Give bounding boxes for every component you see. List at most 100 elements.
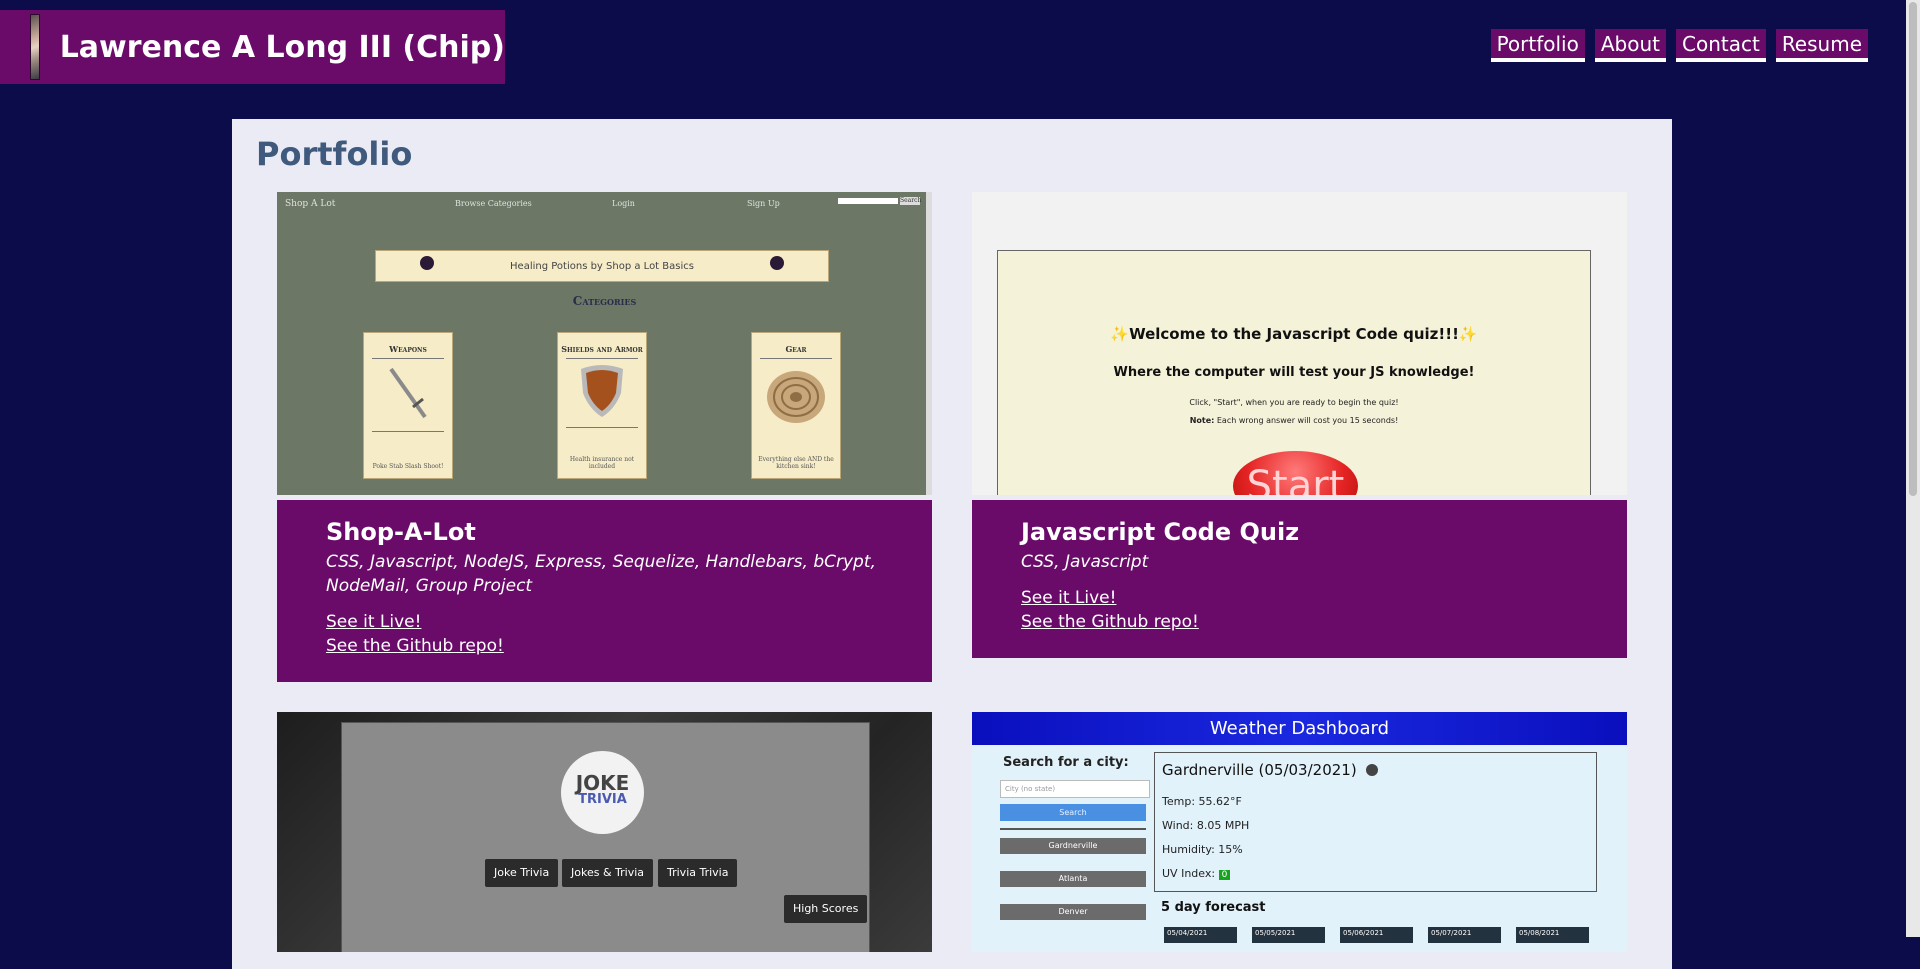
screenshot-forecast-day: 05/04/2021 <box>1164 927 1237 943</box>
screenshot-category-desc: Poke Stab Slash Shoot! <box>372 463 444 470</box>
divider <box>372 358 444 359</box>
rope-icon <box>767 371 825 423</box>
potion-icon <box>420 256 434 270</box>
portfolio-heading: Portfolio <box>256 135 413 173</box>
project-title: Shop-A-Lot <box>326 518 476 546</box>
screenshot-uv: UV Index: 0 <box>1162 867 1231 880</box>
screenshot-weather-heading: Gardnerville (05/03/2021) <box>1162 761 1378 779</box>
screenshot-quiz-note-label: Note: <box>1189 416 1215 425</box>
screenshot-brand: Shop A Lot <box>285 199 336 209</box>
screenshot-search-label: Search for a city: <box>1003 755 1129 770</box>
screenshot-category-name: Shields and Armor <box>561 344 643 354</box>
weather-icon <box>1365 764 1378 776</box>
screenshot-nav-item: Login <box>612 199 635 208</box>
project-screenshot[interactable]: JOKE TRIVIA Joke Trivia Jokes & Trivia T… <box>277 712 932 952</box>
screenshot-category-card: Weapons Poke Stab Slash Shoot! <box>363 332 453 479</box>
screenshot-current-weather: Gardnerville (05/03/2021) Temp: 55.62°F … <box>1154 752 1597 892</box>
project-card-joke-trivia: JOKE TRIVIA Joke Trivia Jokes & Trivia T… <box>277 712 932 952</box>
logo-text: TRIVIA <box>578 792 627 807</box>
joke-trivia-logo: JOKE TRIVIA <box>561 751 644 834</box>
project-card-weather-dashboard: Weather Dashboard Search for a city: Cit… <box>972 712 1627 952</box>
divider <box>566 358 638 359</box>
screenshot-search-button: Search <box>900 197 922 205</box>
project-screenshot[interactable]: Shop A Lot Browse Categories Login Sign … <box>277 192 932 495</box>
screenshot-category-card: Shields and Armor Health insurance not i… <box>557 332 647 479</box>
see-live-link[interactable]: See it Live! <box>1021 586 1597 610</box>
screenshot-categories-heading: Categories <box>572 294 637 308</box>
shield-icon <box>581 365 623 417</box>
sword-icon <box>389 367 427 419</box>
screenshot-forecast-day: 05/05/2021 <box>1252 927 1325 943</box>
divider <box>760 358 832 359</box>
project-info: Shop-A-Lot CSS, Javascript, NodeJS, Expr… <box>277 500 932 682</box>
screenshot-city-button: Atlanta <box>1000 871 1146 887</box>
avatar <box>30 14 40 80</box>
screenshot-uv-label: UV Index: <box>1162 867 1216 880</box>
screenshot-joke-button: Joke Trivia <box>485 859 559 887</box>
screenshot-humidity: Humidity: 15% <box>1162 843 1243 856</box>
screenshot-joke-button: Jokes & Trivia <box>562 859 654 887</box>
screenshot-search-input <box>838 198 898 204</box>
nav-contact[interactable]: Contact <box>1676 29 1766 62</box>
screenshot-temp: Temp: 55.62°F <box>1162 795 1242 808</box>
screenshot-weather-city: Gardnerville (05/03/2021) <box>1162 761 1357 779</box>
divider <box>1000 828 1146 830</box>
screenshot-category-name: Weapons <box>389 344 427 354</box>
screenshot-banner: Healing Potions by Shop a Lot Basics <box>375 250 829 282</box>
screenshot-wind: Wind: 8.05 MPH <box>1162 819 1250 832</box>
screenshot-high-scores-button: High Scores <box>784 895 868 923</box>
github-repo-link[interactable]: See the Github repo! <box>326 634 902 658</box>
screenshot-navbar: Shop A Lot Browse Categories Login Sign … <box>277 192 932 212</box>
screenshot-joke-button: Trivia Trivia <box>658 859 738 887</box>
divider <box>372 431 444 432</box>
nav-about[interactable]: About <box>1594 29 1666 62</box>
screenshot-quiz-subtitle: Where the computer will test your JS kno… <box>1113 365 1475 380</box>
project-tech: CSS, Javascript, NodeJS, Express, Sequel… <box>326 552 876 596</box>
screenshot-quiz-frame: ✨Welcome to the Javascript Code quiz!!!✨… <box>997 250 1591 495</box>
screenshot-city-input: City (no state) <box>1000 780 1150 798</box>
screenshot-forecast-day: 05/06/2021 <box>1340 927 1413 943</box>
divider <box>566 427 638 428</box>
project-screenshot[interactable]: ✨Welcome to the Javascript Code quiz!!!✨… <box>972 192 1627 495</box>
project-card-shop-a-lot: Shop A Lot Browse Categories Login Sign … <box>277 192 932 682</box>
nav-portfolio[interactable]: Portfolio <box>1490 29 1585 62</box>
main-nav: Portfolio About Contact Resume <box>1490 29 1868 62</box>
screenshot-scrollbar <box>926 192 932 495</box>
uv-badge: 0 <box>1218 870 1231 880</box>
site-title: Lawrence A Long III (Chip) <box>59 29 505 65</box>
screenshot-forecast-day: 05/07/2021 <box>1428 927 1501 943</box>
page-scrollbar[interactable] <box>1906 0 1920 937</box>
screenshot-start-button: Start <box>1233 451 1358 495</box>
screenshot-quiz-note: Note: Each wrong answer will cost you 15… <box>998 416 1590 425</box>
project-card-code-quiz: ✨Welcome to the Javascript Code quiz!!!✨… <box>972 192 1627 658</box>
logo-text: JOKE <box>575 771 630 795</box>
potion-icon <box>770 256 784 270</box>
screenshot-category-desc: Everything else AND the kitchen sink! <box>758 456 834 470</box>
screenshot-weather-title: Weather Dashboard <box>972 712 1627 745</box>
screenshot-city-button: Gardnerville <box>1000 838 1146 854</box>
project-tech: CSS, Javascript <box>1021 552 1149 572</box>
screenshot-joke-panel: JOKE TRIVIA Joke Trivia Jokes & Trivia T… <box>341 722 870 952</box>
screenshot-banner-text: Healing Potions by Shop a Lot Basics <box>510 260 694 272</box>
project-screenshot[interactable]: Weather Dashboard Search for a city: Cit… <box>972 712 1627 952</box>
project-title: Javascript Code Quiz <box>1021 518 1300 546</box>
screenshot-category-card: Gear Everything else AND the kitchen sin… <box>751 332 841 479</box>
see-live-link[interactable]: See it Live! <box>326 610 902 634</box>
nav-resume[interactable]: Resume <box>1775 29 1868 62</box>
screenshot-quiz-note-text: Each wrong answer will cost you 15 secon… <box>1214 416 1399 425</box>
screenshot-search-button: Search <box>1000 804 1146 821</box>
project-info: Javascript Code Quiz CSS, Javascript See… <box>972 500 1627 658</box>
github-repo-link[interactable]: See the Github repo! <box>1021 610 1597 634</box>
screenshot-forecast-day: 05/08/2021 <box>1516 927 1589 943</box>
screenshot-quiz-welcome: ✨Welcome to the Javascript Code quiz!!!✨ <box>1110 325 1478 343</box>
screenshot-category-name: Gear <box>785 344 807 354</box>
scrollbar-thumb[interactable] <box>1909 2 1917 496</box>
screenshot-category-desc: Health insurance not included <box>569 456 635 470</box>
screenshot-city-button: Denver <box>1000 904 1146 920</box>
site-header: Lawrence A Long III (Chip) <box>0 10 505 84</box>
screenshot-nav-item: Sign Up <box>747 199 780 208</box>
screenshot-quiz-instruction: Click, "Start", when you are ready to be… <box>1189 398 1399 407</box>
screenshot-forecast-heading: 5 day forecast <box>1161 900 1266 915</box>
screenshot-nav-item: Browse Categories <box>455 199 532 208</box>
portfolio-section: Portfolio Shop A Lot Browse Categories L… <box>232 119 1672 969</box>
